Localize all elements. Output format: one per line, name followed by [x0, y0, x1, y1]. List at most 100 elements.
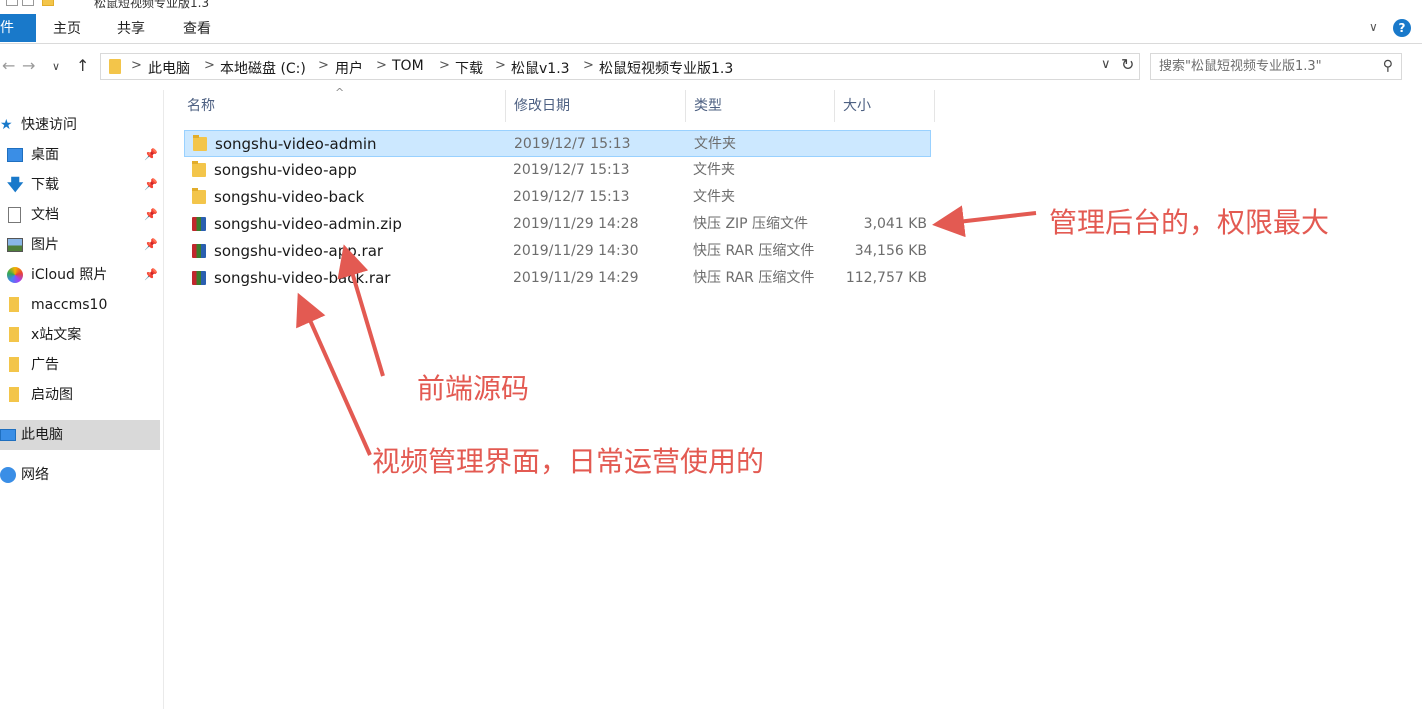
- sidebar-item-desktop[interactable]: 桌面 📌: [0, 140, 160, 170]
- breadcrumb-songshu-v13[interactable]: 松鼠v1.3: [511, 58, 570, 78]
- breadcrumb-separator[interactable]: >: [131, 58, 142, 73]
- quick-access-icon[interactable]: [22, 0, 34, 6]
- annotation-app-note: 前端源码: [417, 372, 530, 405]
- pin-icon[interactable]: 📌: [144, 170, 158, 200]
- column-header-name[interactable]: 名称: [179, 90, 506, 122]
- column-header-size[interactable]: 大小: [835, 90, 935, 122]
- folder-icon: [9, 297, 19, 312]
- address-dropdown-icon[interactable]: ∨: [1101, 57, 1111, 72]
- breadcrumb-current-folder[interactable]: 松鼠短视频专业版1.3: [599, 58, 733, 78]
- breadcrumb-separator[interactable]: >: [318, 58, 329, 73]
- breadcrumb-local-disk[interactable]: 本地磁盘 (C:): [220, 58, 306, 78]
- refresh-icon[interactable]: ↻: [1121, 55, 1134, 74]
- this-pc-icon: [0, 429, 16, 441]
- breadcrumb-separator[interactable]: >: [204, 58, 215, 73]
- sidebar-item-label: maccms10: [31, 297, 108, 313]
- navigation-pane: ★ 快速访问 桌面 📌 🡇 下载 📌 文档 📌 图片 📌 iCloud 照片 📌…: [0, 90, 164, 709]
- table-row[interactable]: songshu-video-admin.zip 2019/11/29 14:28…: [184, 211, 931, 238]
- search-icon[interactable]: ⚲: [1383, 58, 1393, 74]
- search-box[interactable]: ⚲: [1150, 53, 1402, 80]
- breadcrumb-tom[interactable]: TOM: [392, 58, 424, 74]
- pin-icon[interactable]: 📌: [144, 260, 158, 290]
- annotation-back-note: 视频管理界面，日常运营使用的: [372, 445, 765, 478]
- pin-icon[interactable]: 📌: [144, 140, 158, 170]
- archive-icon: [192, 271, 206, 285]
- column-header-date[interactable]: 修改日期: [506, 90, 686, 122]
- sidebar-item-label: 广告: [31, 357, 59, 373]
- ribbon-expand-icon[interactable]: ∨: [1369, 20, 1378, 34]
- file-type: 快压 RAR 压缩文件: [693, 270, 815, 286]
- breadcrumb-separator[interactable]: >: [495, 58, 506, 73]
- sidebar-item-ads[interactable]: 广告: [0, 350, 160, 380]
- pin-icon[interactable]: 📌: [144, 230, 158, 260]
- address-bar[interactable]: > 此电脑 > 本地磁盘 (C:) > 用户 > TOM > 下载 > 松鼠v1…: [100, 53, 1140, 80]
- sidebar-item-label: 下载: [31, 177, 59, 193]
- sidebar-item-label: 启动图: [31, 387, 73, 403]
- file-name[interactable]: songshu-video-app.rar: [214, 238, 383, 265]
- sidebar-item-maccms10[interactable]: maccms10: [0, 290, 160, 320]
- file-name[interactable]: songshu-video-back.rar: [214, 265, 390, 292]
- file-name[interactable]: songshu-video-app: [214, 157, 357, 184]
- breadcrumb-separator[interactable]: >: [439, 58, 450, 73]
- sidebar-item-pictures[interactable]: 图片 📌: [0, 230, 160, 260]
- file-size: 112,757 KB: [845, 270, 927, 286]
- scrollbar[interactable]: [1410, 44, 1422, 104]
- forward-icon[interactable]: →: [22, 56, 35, 75]
- breadcrumb-separator[interactable]: >: [583, 58, 594, 73]
- file-date: 2019/11/29 14:29: [513, 270, 639, 286]
- breadcrumb-users[interactable]: 用户: [335, 58, 363, 78]
- recent-locations-icon[interactable]: ∨: [52, 60, 60, 73]
- sidebar-item-x-copy[interactable]: x站文案: [0, 320, 160, 350]
- sidebar-item-this-pc[interactable]: 此电脑: [0, 420, 160, 450]
- help-icon[interactable]: ?: [1393, 19, 1411, 37]
- table-row[interactable]: songshu-video-back.rar 2019/11/29 14:29 …: [184, 265, 931, 292]
- tab-home[interactable]: 主页: [53, 14, 81, 42]
- file-list: ^ 名称 修改日期 类型 大小 songshu-video-admin 2019…: [165, 86, 1422, 709]
- table-row[interactable]: songshu-video-back 2019/12/7 15:13 文件夹: [184, 184, 931, 211]
- desktop-icon: [7, 148, 23, 162]
- archive-icon: [192, 244, 206, 258]
- folder-icon: [9, 357, 19, 372]
- tab-file[interactable]: 件: [0, 14, 36, 42]
- column-header-type[interactable]: 类型: [686, 90, 835, 122]
- file-type: 文件夹: [693, 189, 735, 205]
- pin-icon[interactable]: 📌: [144, 200, 158, 230]
- sidebar-item-launch-images[interactable]: 启动图: [0, 380, 160, 410]
- network-icon: [0, 467, 16, 483]
- window-title: 松鼠短视频专业版1.3: [94, 0, 210, 10]
- sidebar-item-downloads[interactable]: 🡇 下载 📌: [0, 170, 160, 200]
- file-type: 快压 RAR 压缩文件: [693, 243, 815, 259]
- download-icon: 🡇: [7, 175, 24, 194]
- title-bar: 松鼠短视频专业版1.3: [0, 0, 1422, 10]
- sidebar-item-label: 快速访问: [21, 117, 77, 133]
- table-row[interactable]: songshu-video-app 2019/12/7 15:13 文件夹: [184, 157, 931, 184]
- file-size: 3,041 KB: [863, 216, 927, 232]
- table-row[interactable]: songshu-video-app.rar 2019/11/29 14:30 快…: [184, 238, 931, 265]
- sidebar-item-icloud-photos[interactable]: iCloud 照片 📌: [0, 260, 160, 290]
- table-row[interactable]: songshu-video-admin 2019/12/7 15:13 文件夹: [184, 130, 931, 157]
- archive-icon: [192, 217, 206, 231]
- breadcrumb-separator[interactable]: >: [376, 58, 387, 73]
- breadcrumb-this-pc[interactable]: 此电脑: [148, 58, 190, 78]
- sidebar-item-quick-access[interactable]: ★ 快速访问: [0, 110, 160, 140]
- search-input[interactable]: [1151, 54, 1371, 79]
- sidebar-item-label: x站文案: [31, 327, 82, 343]
- sidebar-item-network[interactable]: 网络: [0, 460, 160, 490]
- annotation-admin-note: 管理后台的，权限最大: [1049, 206, 1330, 239]
- picture-icon: [7, 238, 23, 252]
- folder-icon: [193, 135, 207, 151]
- icloud-photos-icon: [7, 267, 23, 283]
- file-name[interactable]: songshu-video-admin.zip: [214, 211, 402, 238]
- folder-icon: [9, 387, 19, 402]
- file-name[interactable]: songshu-video-back: [214, 184, 364, 211]
- breadcrumb-downloads[interactable]: 下载: [455, 58, 483, 78]
- document-icon: [8, 207, 21, 223]
- tab-share[interactable]: 共享: [117, 14, 145, 42]
- back-icon[interactable]: ←: [2, 56, 15, 75]
- window-icon: [6, 0, 18, 6]
- sidebar-item-documents[interactable]: 文档 📌: [0, 200, 160, 230]
- sidebar-item-label: iCloud 照片: [31, 267, 108, 283]
- file-name[interactable]: songshu-video-admin: [215, 131, 377, 158]
- up-icon[interactable]: ↑: [76, 56, 89, 75]
- tab-view[interactable]: 查看: [183, 14, 211, 42]
